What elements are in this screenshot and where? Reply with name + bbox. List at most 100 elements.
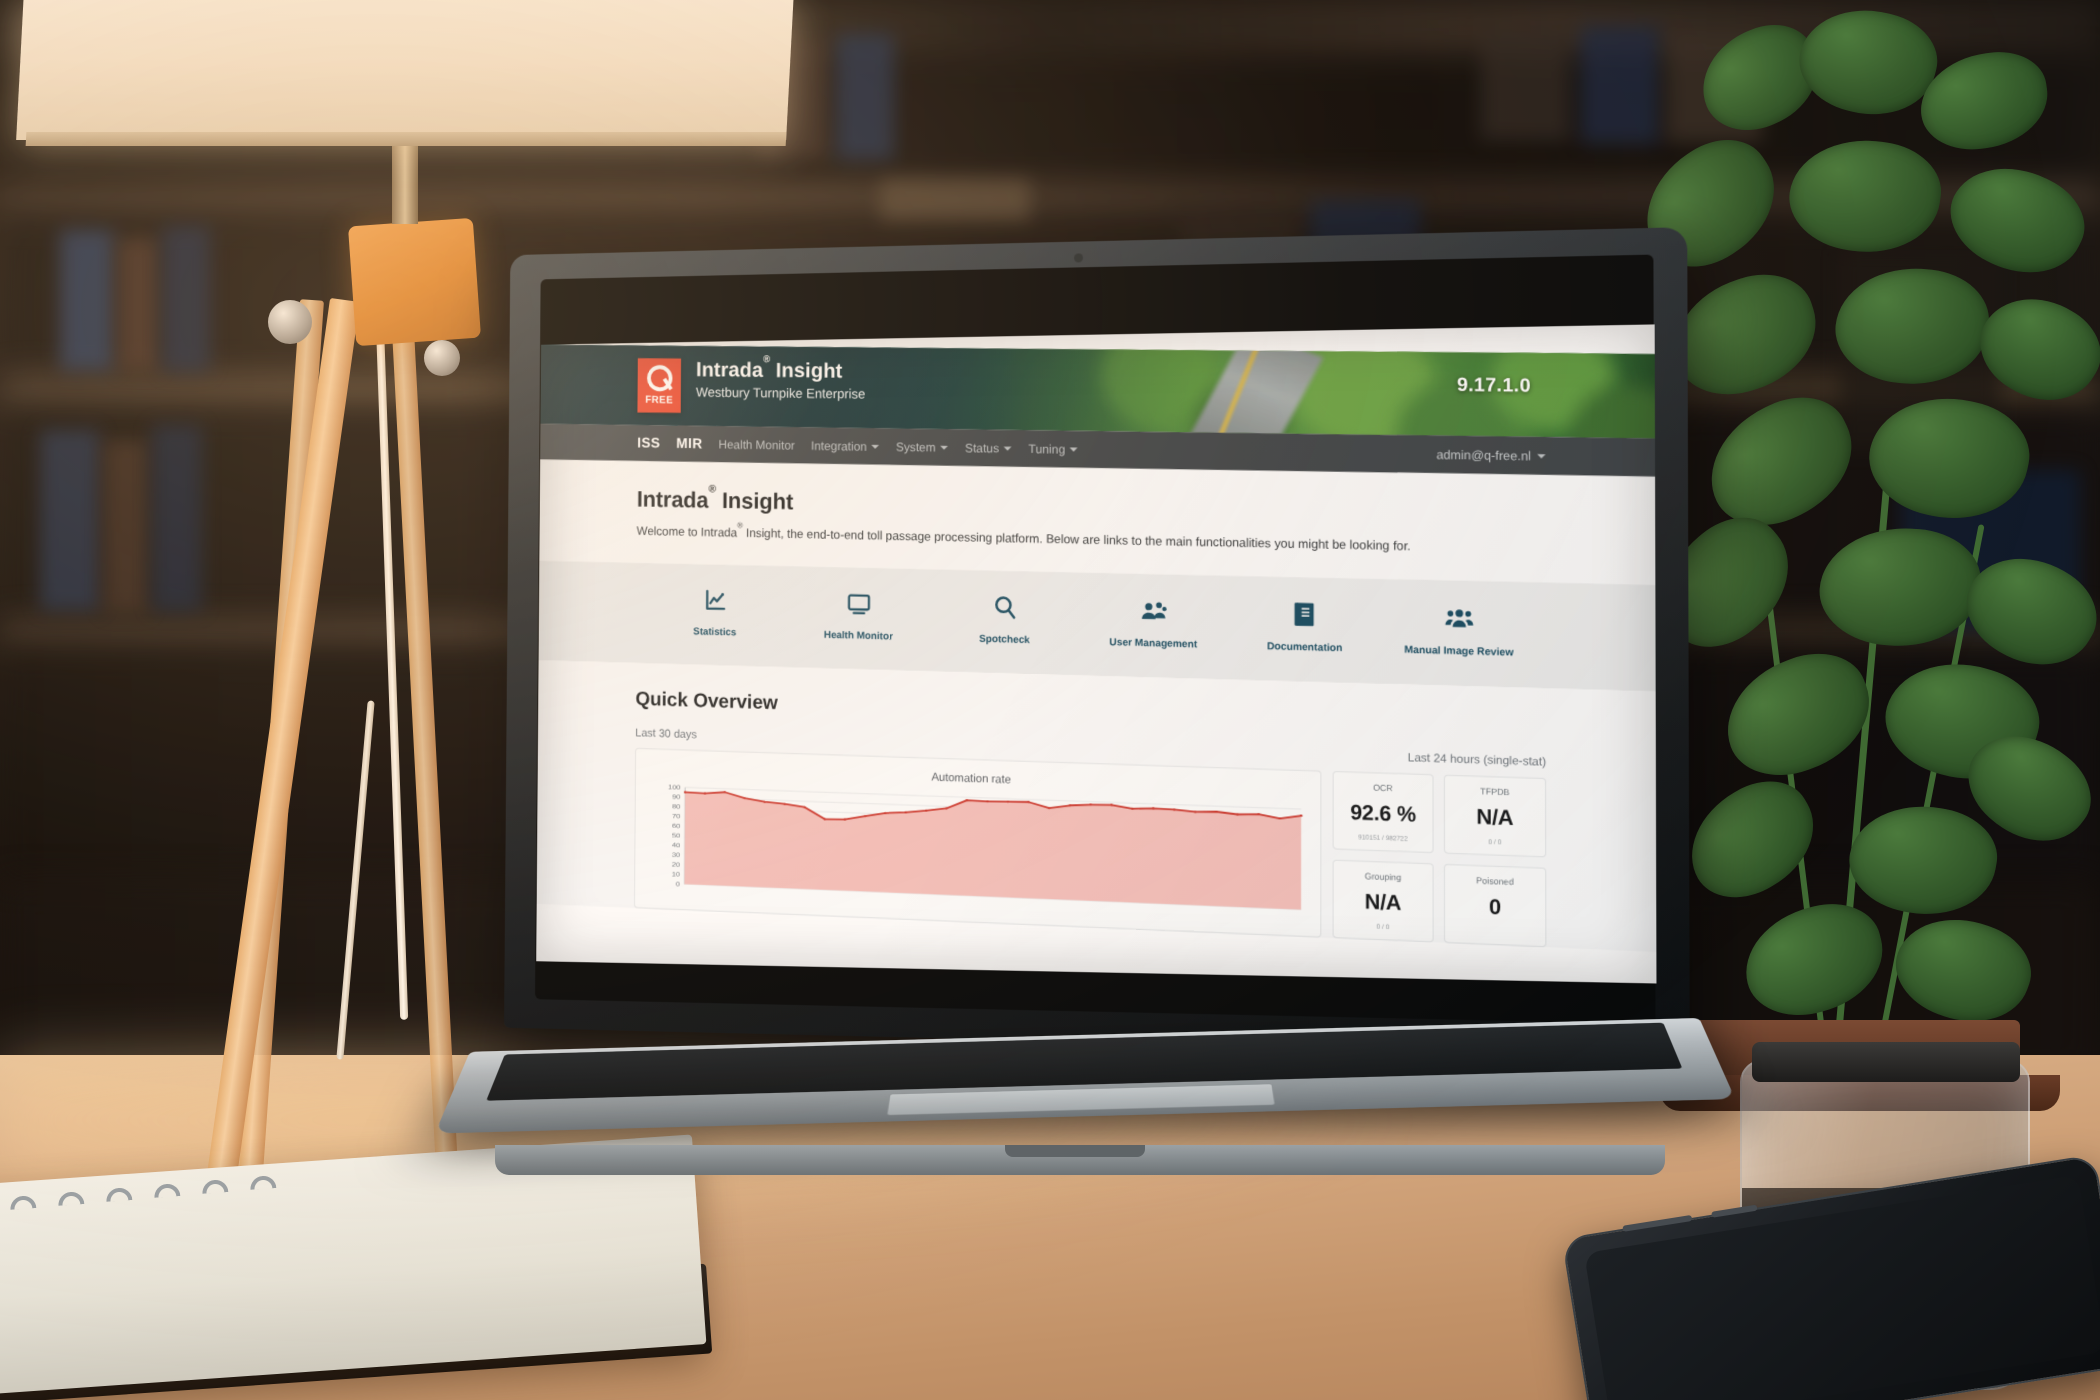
stat-label: TFPDB xyxy=(1480,786,1510,798)
stat-card-poisoned[interactable]: Poisoned 0 xyxy=(1443,863,1547,948)
stats-period-label: Last 24 hours (single-stat) xyxy=(1407,751,1547,769)
q-free-logo: FREE xyxy=(637,358,682,413)
chart-area-fill xyxy=(684,789,1302,910)
stat-sub xyxy=(1449,927,1541,931)
svg-text:30: 30 xyxy=(672,852,681,859)
book-icon xyxy=(1292,600,1316,631)
quick-link-documentation[interactable]: Documentation xyxy=(1229,598,1382,657)
chevron-down-icon xyxy=(1537,453,1546,458)
automation-rate-chart-card: Automation rate 0 10 20 30 40 50 60 70 80 90 100 xyxy=(634,747,1322,938)
chevron-down-icon xyxy=(940,445,949,450)
laptop-lid: FREE Intrada® Insight Westbury Turnpike … xyxy=(504,227,1690,1057)
logo-q-icon xyxy=(646,364,673,392)
monitor-icon xyxy=(846,589,871,619)
page-title-main: Intrada xyxy=(636,486,709,513)
stat-sub: 0 / 0 xyxy=(1376,923,1390,932)
stat-value: N/A xyxy=(1364,890,1402,916)
webcam-icon xyxy=(1074,253,1083,263)
nav-item-tuning[interactable]: Tuning xyxy=(1028,441,1079,457)
app-title-rest: Insight xyxy=(770,359,843,383)
svg-text:90: 90 xyxy=(672,794,680,801)
svg-text:20: 20 xyxy=(672,862,681,869)
logo-free-text: FREE xyxy=(645,394,674,407)
quick-overview-section: Quick Overview Last 30 days Last 24 hour… xyxy=(536,660,1657,953)
chevron-down-icon xyxy=(1003,446,1012,451)
welcome-description-b: Insight, the end-to-end toll passage pro… xyxy=(742,526,1411,554)
user-email: admin@q-free.nl xyxy=(1436,447,1531,463)
svg-text:10: 10 xyxy=(672,872,681,879)
desk-photo-scene: FREE Intrada® Insight Westbury Turnpike … xyxy=(0,0,2100,1400)
app-title-registered-mark: ® xyxy=(763,354,771,366)
chevron-down-icon xyxy=(1070,447,1079,452)
chart-plot-area: 0 10 20 30 40 50 60 70 80 90 100 xyxy=(648,781,1306,918)
nav-item-label: Health Monitor xyxy=(718,437,795,453)
svg-text:70: 70 xyxy=(672,814,680,821)
quick-link-user-management[interactable]: User Management xyxy=(1078,595,1228,654)
nav-item-system[interactable]: System xyxy=(896,440,949,455)
stat-card-grouping[interactable]: Grouping N/A 0 / 0 xyxy=(1332,859,1434,943)
quick-link-health-monitor[interactable]: Health Monitor xyxy=(786,588,931,646)
laptop-latch-notch xyxy=(1005,1145,1145,1157)
app-title-main: Intrada xyxy=(695,358,764,382)
app-version: 9.17.1.0 xyxy=(1456,374,1531,397)
quick-link-label: Statistics xyxy=(693,626,737,639)
nav-item-integration[interactable]: Integration xyxy=(811,439,880,454)
stat-sub: 910151 / 982722 xyxy=(1358,834,1408,843)
welcome-registered-mark: ® xyxy=(737,521,743,530)
svg-text:50: 50 xyxy=(672,833,680,840)
users-group-icon xyxy=(1444,603,1473,634)
quick-link-label: User Management xyxy=(1109,637,1198,651)
app-header-banner: FREE Intrada® Insight Westbury Turnpike … xyxy=(540,344,1655,439)
svg-text:0: 0 xyxy=(676,882,680,888)
browser-page: FREE Intrada® Insight Westbury Turnpike … xyxy=(536,344,1657,953)
nav-item-label: Status xyxy=(964,440,1000,456)
stat-label: Poisoned xyxy=(1476,875,1514,888)
app-title: Intrada® Insight xyxy=(695,354,866,383)
nav-item-label: System xyxy=(895,439,936,455)
svg-text:100: 100 xyxy=(668,785,681,792)
nav-link-iss[interactable]: ISS xyxy=(637,435,660,451)
svg-text:40: 40 xyxy=(672,843,681,850)
laptop-base xyxy=(434,1017,1736,1134)
app-brand: FREE Intrada® Insight Westbury Turnpike … xyxy=(637,354,866,415)
users-icon xyxy=(1139,596,1167,627)
welcome-description: Welcome to Intrada® Insight, the end-to-… xyxy=(636,521,1546,558)
magnifier-icon xyxy=(992,593,1018,623)
stat-card-ocr[interactable]: OCR 92.6 % 910151 / 982722 xyxy=(1332,770,1434,854)
page-title-rest: Insight xyxy=(715,487,794,515)
stat-card-tfpdb[interactable]: TFPDB N/A 0 / 0 xyxy=(1443,774,1547,858)
quick-link-spotcheck[interactable]: Spotcheck xyxy=(931,591,1079,649)
stat-value: 92.6 % xyxy=(1350,801,1416,827)
stat-label: OCR xyxy=(1373,782,1393,794)
nav-link-mir[interactable]: MIR xyxy=(676,436,702,452)
laptop-screen: FREE Intrada® Insight Westbury Turnpike … xyxy=(536,324,1657,984)
laptop: FREE Intrada® Insight Westbury Turnpike … xyxy=(434,227,1736,1400)
page-title-registered-mark: ® xyxy=(708,483,717,496)
welcome-description-a: Welcome to Intrada xyxy=(636,524,738,540)
quick-link-statistics[interactable]: Statistics xyxy=(644,585,787,642)
chevron-down-icon xyxy=(871,444,880,449)
quick-link-manual-image-review[interactable]: Manual Image Review xyxy=(1381,602,1537,662)
quick-link-label: Documentation xyxy=(1266,641,1343,655)
stat-sub: 0 / 0 xyxy=(1488,838,1502,847)
user-menu[interactable]: admin@q-free.nl xyxy=(1436,447,1546,463)
single-stat-cards: OCR 92.6 % 910151 / 982722 TFPDB N/A 0 /… xyxy=(1332,770,1547,948)
chart-period-label: Last 30 days xyxy=(635,727,697,742)
nav-item-label: Tuning xyxy=(1028,441,1066,456)
quick-link-label: Spotcheck xyxy=(979,634,1030,647)
chart-y-axis-labels: 0 10 20 30 40 50 60 70 80 90 100 xyxy=(668,785,681,888)
automation-rate-area-chart: 0 10 20 30 40 50 60 70 80 90 100 xyxy=(668,785,1306,918)
quick-link-label: Manual Image Review xyxy=(1404,644,1514,660)
app-subtitle: Westbury Turnpike Enterprise xyxy=(695,384,866,402)
stat-value: 0 xyxy=(1489,895,1501,920)
page-title: Intrada® Insight xyxy=(636,483,1546,529)
nav-item-status[interactable]: Status xyxy=(965,441,1012,456)
stat-label: Grouping xyxy=(1364,870,1402,883)
svg-text:80: 80 xyxy=(672,804,680,811)
nav-item-health-monitor[interactable]: Health Monitor xyxy=(719,437,795,452)
stat-value: N/A xyxy=(1476,805,1514,831)
chart-line-icon xyxy=(703,586,728,616)
nav-item-label: Integration xyxy=(810,438,867,454)
svg-text:60: 60 xyxy=(672,823,680,830)
quick-link-label: Health Monitor xyxy=(823,630,893,643)
